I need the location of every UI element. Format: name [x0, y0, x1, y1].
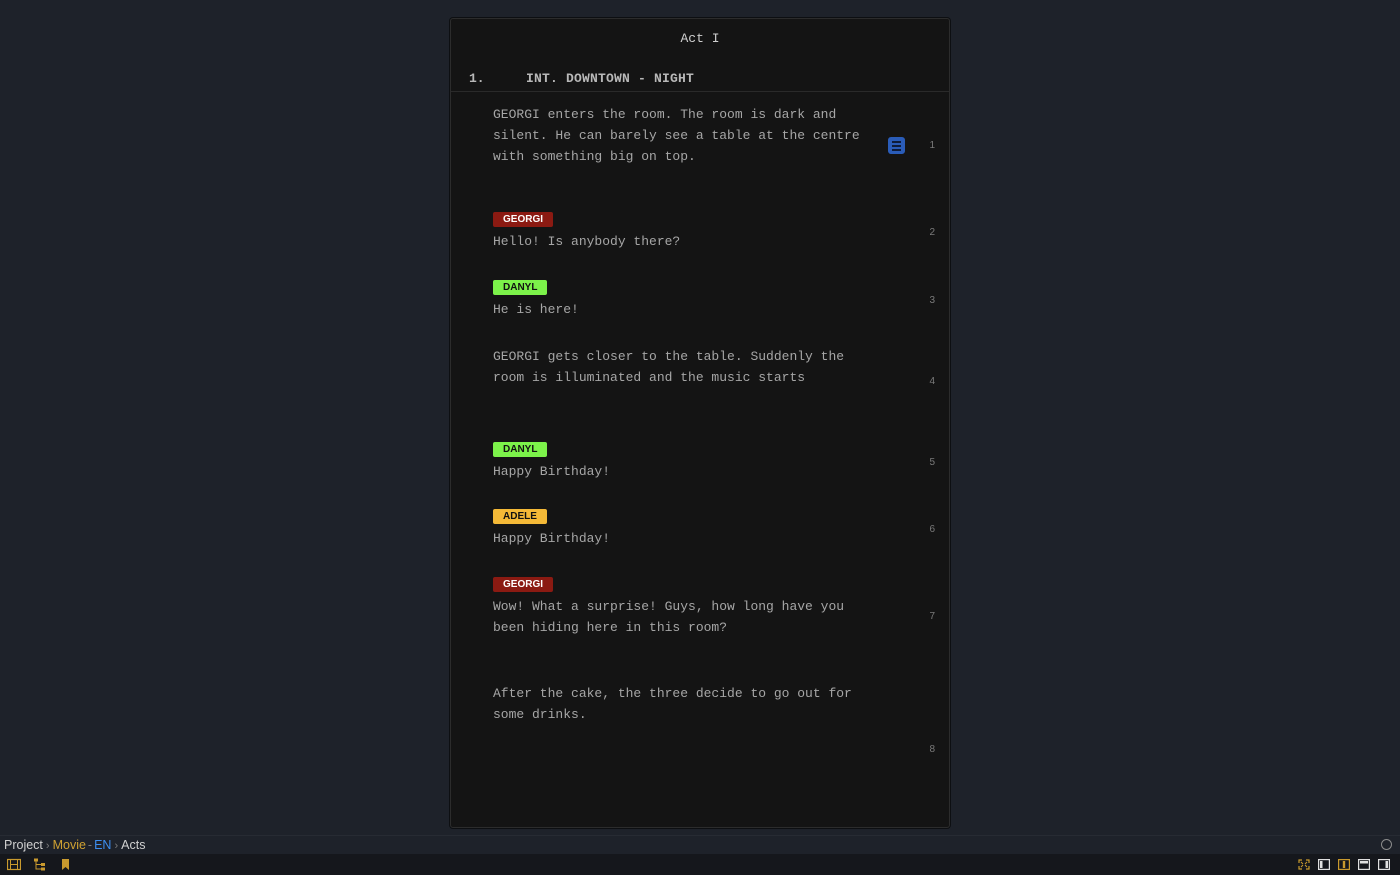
- dialogue-text[interactable]: He is here!: [493, 300, 878, 321]
- settings-icon[interactable]: [1381, 839, 1392, 850]
- action-text[interactable]: GEORGI enters the room. The room is dark…: [493, 105, 878, 167]
- act-title: Act I: [680, 31, 720, 46]
- character-tag[interactable]: DANYL: [493, 442, 548, 457]
- dialogue-text[interactable]: Happy Birthday!: [493, 462, 878, 483]
- status-bar: [0, 854, 1400, 875]
- line-number: 8: [929, 744, 935, 755]
- breadcrumb-acts[interactable]: Acts: [121, 838, 145, 852]
- dialogue-block[interactable]: ADELE Happy Birthday!: [493, 506, 878, 550]
- breadcrumb-separator: ›: [45, 840, 50, 852]
- line-number: 1: [929, 140, 935, 151]
- top-panel-icon[interactable]: [1358, 859, 1370, 870]
- dialogue-block[interactable]: DANYL He is here!: [493, 277, 878, 321]
- action-block[interactable]: GEORGI gets closer to the table. Suddenl…: [493, 347, 878, 389]
- character-tag[interactable]: ADELE: [493, 509, 547, 524]
- dialogue-block[interactable]: DANYL Happy Birthday!: [493, 439, 878, 483]
- dialogue-text[interactable]: Wow! What a surprise! Guys, how long hav…: [493, 597, 878, 639]
- breadcrumb-movie[interactable]: Movie: [53, 838, 86, 852]
- dialogue-block[interactable]: GEORGI Wow! What a surprise! Guys, how l…: [493, 574, 878, 638]
- dialogue-block[interactable]: GEORGI Hello! Is anybody there?: [493, 209, 878, 253]
- line-number: 6: [929, 524, 935, 535]
- hierarchy-icon[interactable]: [33, 858, 47, 871]
- left-panel-icon[interactable]: [1318, 859, 1330, 870]
- right-panel-icon[interactable]: [1378, 859, 1390, 870]
- script-page: Act I 1. INT. DOWNTOWN - NIGHT GEORGI en…: [450, 18, 950, 828]
- character-tag[interactable]: DANYL: [493, 280, 548, 295]
- dialogue-text[interactable]: Hello! Is anybody there?: [493, 232, 878, 253]
- breadcrumb-project[interactable]: Project: [4, 838, 43, 852]
- breadcrumb-dash: -: [87, 838, 93, 852]
- character-tag[interactable]: GEORGI: [493, 212, 554, 227]
- action-text[interactable]: GEORGI gets closer to the table. Suddenl…: [493, 347, 878, 389]
- breadcrumb-separator: ›: [114, 840, 119, 852]
- bookmark-icon[interactable]: [59, 858, 73, 871]
- breadcrumb: Project › Movie - EN › Acts: [4, 838, 145, 852]
- action-text[interactable]: After the cake, the three decide to go o…: [493, 684, 878, 726]
- film-icon[interactable]: [7, 858, 21, 871]
- note-icon[interactable]: [888, 137, 905, 154]
- fullscreen-icon[interactable]: [1298, 859, 1310, 870]
- center-panel-icon[interactable]: [1338, 859, 1350, 870]
- line-number: 5: [929, 457, 935, 468]
- action-block[interactable]: After the cake, the three decide to go o…: [493, 684, 878, 726]
- line-number: 2: [929, 227, 935, 238]
- breadcrumb-bar: Project › Movie - EN › Acts: [0, 835, 1400, 854]
- character-tag[interactable]: GEORGI: [493, 577, 554, 592]
- scene-heading[interactable]: INT. DOWNTOWN - NIGHT: [526, 71, 694, 86]
- line-number: 7: [929, 611, 935, 622]
- scene-number: 1.: [469, 71, 485, 86]
- dialogue-text[interactable]: Happy Birthday!: [493, 529, 878, 550]
- scene-header[interactable]: 1. INT. DOWNTOWN - NIGHT: [451, 71, 949, 92]
- breadcrumb-language[interactable]: EN: [94, 838, 111, 852]
- line-number: 3: [929, 295, 935, 306]
- line-number: 4: [929, 376, 935, 387]
- action-block[interactable]: GEORGI enters the room. The room is dark…: [493, 105, 878, 167]
